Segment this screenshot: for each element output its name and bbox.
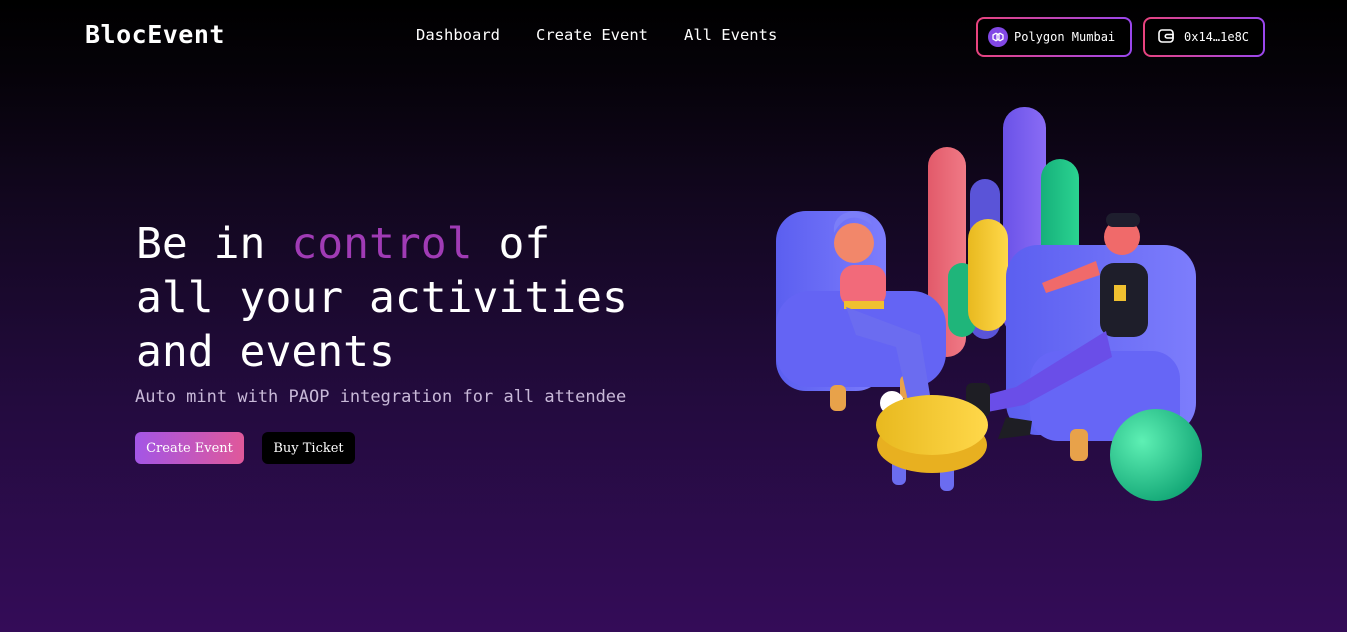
hero-title-part1: Be in (136, 219, 292, 269)
hero-illustration (776, 107, 1202, 501)
main-nav: Dashboard Create Event All Events (416, 26, 777, 44)
wallet-icon (1157, 27, 1175, 48)
nav-dashboard[interactable]: Dashboard (416, 26, 500, 44)
create-event-button[interactable]: Create Event (135, 432, 244, 464)
hero-title-line2: all your activities (136, 273, 628, 323)
hero-subtitle: Auto mint with PAOP integration for all … (135, 387, 627, 407)
hero-title: Be in control of all your activities and… (136, 217, 628, 379)
buy-ticket-button[interactable]: Buy Ticket (262, 432, 355, 464)
hero-title-accent: control (291, 219, 473, 269)
network-selector-button[interactable]: Polygon Mumbai (976, 17, 1132, 57)
network-label: Polygon Mumbai (1014, 30, 1116, 44)
brand-logo[interactable]: BlocEvent (85, 20, 225, 49)
polygon-icon (988, 27, 1008, 47)
nav-all-events[interactable]: All Events (684, 26, 777, 44)
nav-create-event[interactable]: Create Event (536, 26, 648, 44)
hero-title-part2: of (472, 219, 551, 269)
wallet-address: 0x14…1e8C (1184, 30, 1250, 44)
hero-title-line3: and events (136, 327, 395, 377)
wallet-button[interactable]: 0x14…1e8C (1143, 17, 1265, 57)
